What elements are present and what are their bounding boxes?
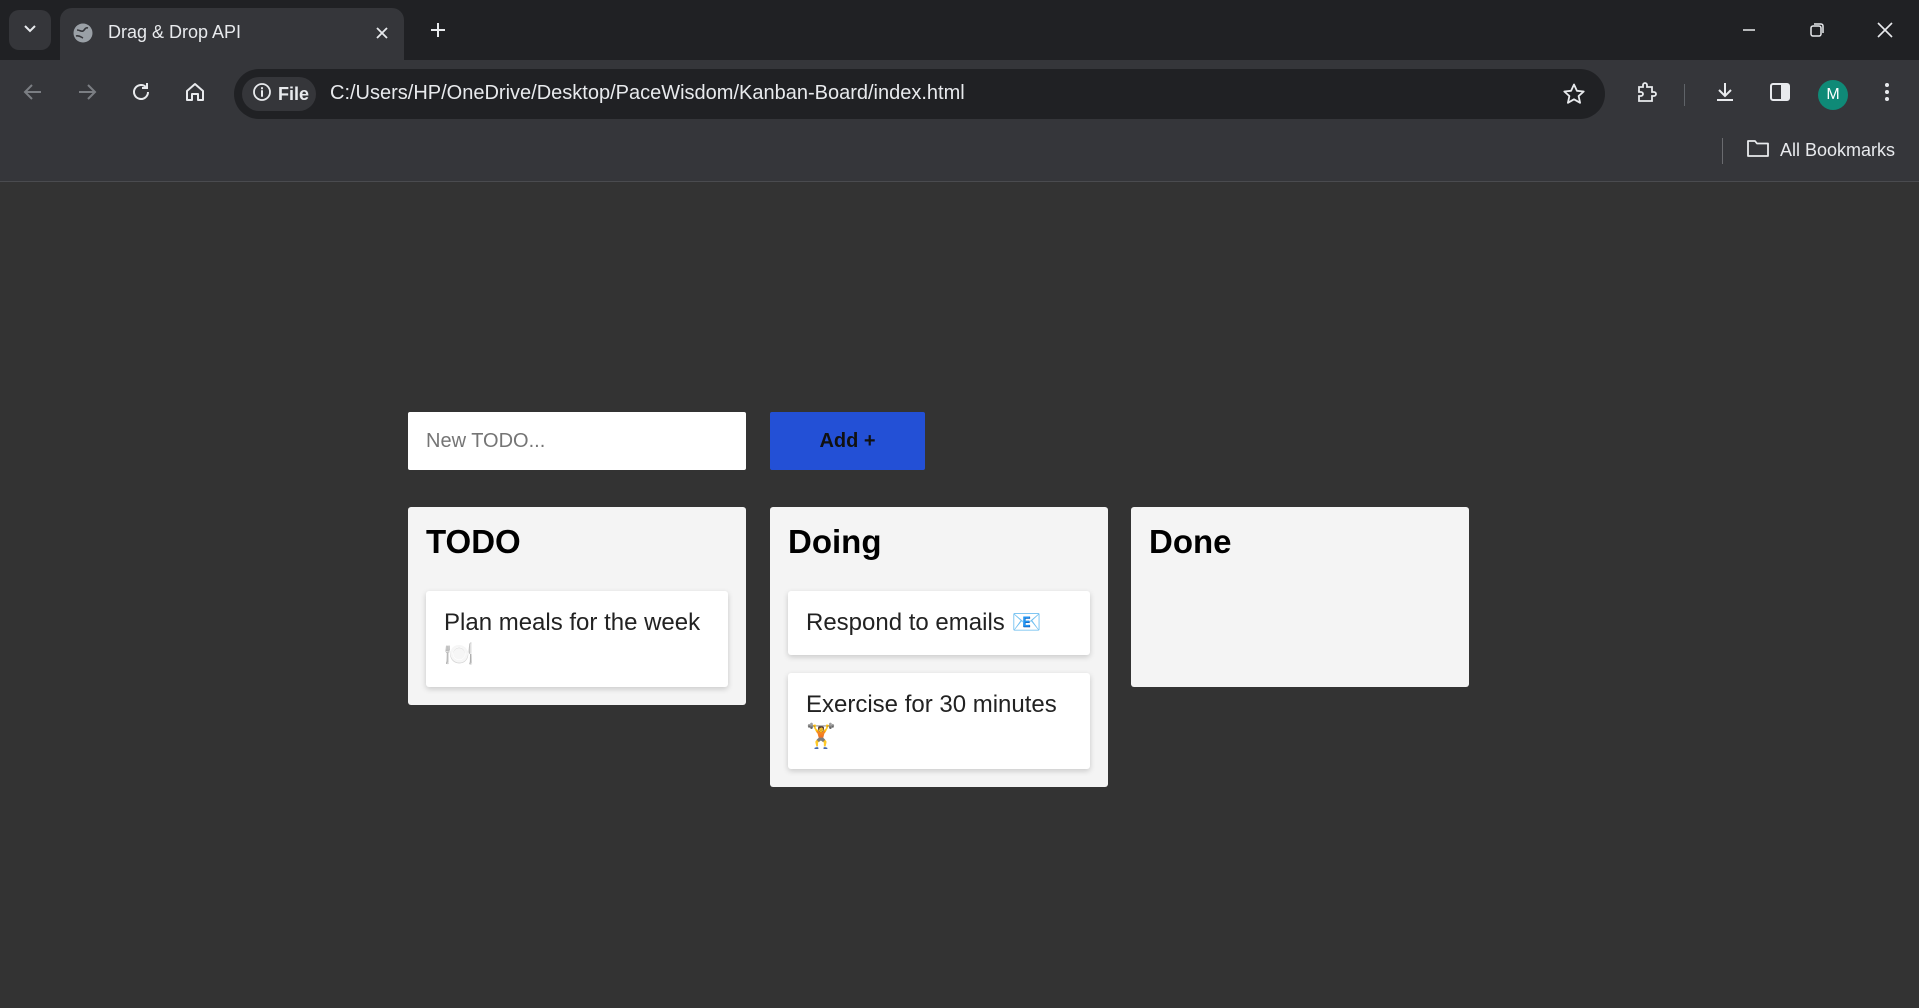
site-info-chip[interactable]: File xyxy=(242,77,316,111)
arrow-right-icon xyxy=(76,81,98,108)
lane-title: Doing xyxy=(788,523,882,560)
reload-icon xyxy=(130,81,152,108)
minimize-button[interactable] xyxy=(1732,14,1766,46)
browser-toolbar: File C:/Users/HP/OneDrive/Desktop/PaceWi… xyxy=(0,60,1919,128)
tab-search-button[interactable] xyxy=(9,10,51,50)
profile-avatar[interactable]: M xyxy=(1818,80,1848,110)
forward-button[interactable] xyxy=(70,77,104,111)
tab-bar: Drag & Drop API xyxy=(0,0,1919,60)
active-tab[interactable]: Drag & Drop API xyxy=(60,8,404,60)
all-bookmarks-label: All Bookmarks xyxy=(1780,140,1896,160)
new-tab-button[interactable] xyxy=(424,16,452,44)
side-panel-button[interactable] xyxy=(1763,77,1797,111)
site-chip-label: File xyxy=(278,83,310,104)
download-icon xyxy=(1713,80,1737,109)
lane-title: TODO xyxy=(426,523,521,560)
bookmark-star-icon[interactable] xyxy=(1561,81,1587,107)
browser-menu-button[interactable] xyxy=(1870,77,1904,111)
all-bookmarks-button[interactable]: All Bookmarks xyxy=(1746,138,1895,163)
kebab-menu-icon xyxy=(1883,81,1891,108)
extensions-button[interactable] xyxy=(1630,77,1664,111)
downloads-button[interactable] xyxy=(1708,77,1742,111)
arrow-left-icon xyxy=(22,81,44,108)
lane-done[interactable]: Done xyxy=(1131,507,1469,687)
address-bar[interactable]: File C:/Users/HP/OneDrive/Desktop/PaceWi… xyxy=(234,69,1605,119)
folder-icon xyxy=(1746,138,1770,163)
home-button[interactable] xyxy=(178,77,212,111)
page-viewport: Add + TODO Plan meals for the week 🍽️ Do… xyxy=(0,183,1919,1008)
lane-todo[interactable]: TODO Plan meals for the week 🍽️ xyxy=(408,507,746,705)
lane-title: Done xyxy=(1149,523,1232,560)
reload-button[interactable] xyxy=(124,77,158,111)
lane-doing[interactable]: Doing Respond to emails 📧 Exercise for 3… xyxy=(770,507,1108,787)
restore-button[interactable] xyxy=(1800,14,1834,46)
close-window-button[interactable] xyxy=(1868,14,1902,46)
home-icon xyxy=(184,81,206,108)
toolbar-divider xyxy=(1684,84,1685,106)
task-card[interactable]: Respond to emails 📧 xyxy=(788,591,1090,655)
bookmarks-divider xyxy=(1722,138,1723,164)
add-todo-button[interactable]: Add + xyxy=(770,412,925,470)
globe-icon xyxy=(72,22,94,44)
puzzle-icon xyxy=(1635,80,1659,109)
back-button[interactable] xyxy=(16,77,50,111)
task-card[interactable]: Exercise for 30 minutes 🏋️ xyxy=(788,673,1090,769)
tab-title: Drag & Drop API xyxy=(108,22,242,42)
side-panel-icon xyxy=(1769,81,1791,108)
bookmarks-bar: All Bookmarks xyxy=(0,128,1919,182)
task-card[interactable]: Plan meals for the week 🍽️ xyxy=(426,591,728,687)
url-text[interactable]: C:/Users/HP/OneDrive/Desktop/PaceWisdom/… xyxy=(330,82,965,105)
info-icon xyxy=(252,82,272,107)
new-todo-input[interactable] xyxy=(408,412,746,470)
chevron-down-icon xyxy=(22,20,38,41)
close-tab-icon[interactable] xyxy=(370,21,394,45)
